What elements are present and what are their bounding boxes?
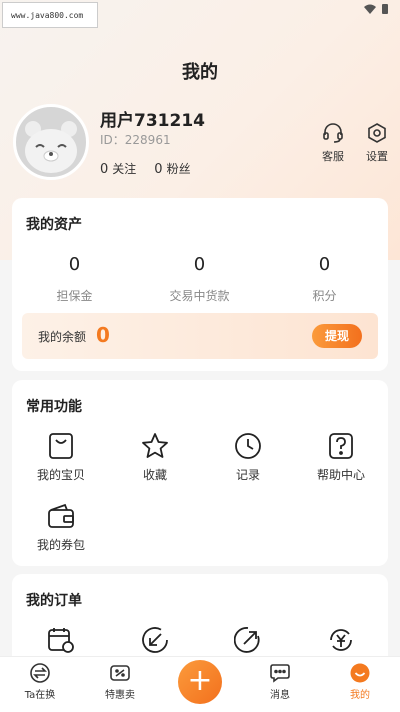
tab-swap[interactable]: Ta在换 [0, 663, 80, 701]
functions-title: 常用功能 [26, 399, 82, 415]
assets-card: 我的资产 0 担保金 0 交易中货款 0 积分 我的余额 0 提现 [12, 198, 388, 371]
clock-icon [235, 433, 261, 459]
wifi-icon [364, 4, 376, 14]
asset-label: 交易中货款 [169, 289, 230, 303]
customer-service-button[interactable]: 客服 [313, 122, 353, 164]
follow-stat[interactable]: 0 关注 [100, 160, 136, 177]
tab-label: 消息 [270, 690, 290, 701]
asset-points[interactable]: 0 积分 [262, 254, 387, 304]
tab-label: Ta在换 [24, 690, 56, 701]
function-my-items[interactable]: 我的宝贝 [14, 432, 108, 483]
function-label: 我的宝贝 [36, 468, 85, 482]
function-label: 我的券包 [36, 538, 85, 552]
follow-count: 0 [100, 162, 109, 177]
tab-mine[interactable]: 我的 [320, 663, 400, 701]
bear-avatar-icon [25, 121, 77, 173]
help-icon [329, 433, 353, 459]
arrow-up-right-icon[interactable] [234, 626, 262, 654]
function-label: 收藏 [142, 468, 167, 482]
asset-trading[interactable]: 0 交易中货款 [137, 254, 262, 304]
asset-value: 0 [68, 254, 81, 275]
settings-icon [368, 123, 386, 143]
asset-label: 担保金 [56, 289, 93, 303]
wallet-icon [48, 503, 74, 528]
asset-label: 积分 [312, 289, 337, 303]
asset-value: 0 [318, 254, 331, 275]
star-icon [142, 433, 168, 458]
function-favorites[interactable]: 收藏 [108, 432, 202, 483]
assets-title: 我的资产 [26, 217, 82, 233]
balance-label: 我的余额 [38, 330, 87, 344]
fans-stat[interactable]: 0 粉丝 [154, 160, 190, 177]
discount-icon [110, 665, 130, 681]
battery-icon [382, 4, 388, 14]
headset-icon [323, 123, 343, 143]
balance-bar: 我的余额 0 提现 [22, 313, 378, 359]
asset-value: 0 [193, 254, 206, 275]
page-title: 我的 [182, 62, 218, 83]
function-records[interactable]: 记录 [201, 432, 295, 483]
settings-button[interactable]: 设置 [357, 122, 397, 164]
orders-title: 我的订单 [26, 593, 82, 609]
swap-icon [30, 663, 50, 683]
status-bar [364, 4, 388, 14]
user-name: 用户731214 [100, 111, 205, 131]
message-icon [270, 664, 290, 683]
functions-card: 常用功能 我的宝贝 收藏 记录 帮助中心 我的券包 [12, 380, 388, 566]
bag-icon [49, 433, 73, 459]
settings-label: 设置 [366, 150, 388, 163]
tab-label: 特惠卖 [105, 690, 135, 701]
fans-count: 0 [154, 162, 163, 177]
customer-service-label: 客服 [322, 150, 344, 163]
smile-icon [350, 663, 370, 683]
user-id: ID：228961 [100, 133, 171, 147]
function-label: 记录 [235, 468, 260, 482]
arrow-down-left-icon[interactable] [141, 626, 169, 654]
fans-label: 粉丝 [166, 162, 191, 176]
function-coupons[interactable]: 我的券包 [14, 502, 108, 553]
asset-deposit[interactable]: 0 担保金 [12, 254, 137, 304]
tab-messages[interactable]: 消息 [240, 663, 320, 701]
tab-discount[interactable]: 特惠卖 [80, 663, 160, 701]
avatar[interactable] [13, 104, 89, 180]
function-label: 帮助中心 [316, 468, 365, 482]
withdraw-button[interactable]: 提现 [312, 324, 362, 348]
publish-plus-button[interactable]: + [178, 660, 222, 704]
watermark: www.java800.com [2, 2, 98, 28]
calendar-icon[interactable] [47, 626, 75, 654]
follow-label: 关注 [112, 162, 137, 176]
tab-label: 我的 [350, 690, 370, 701]
refund-icon[interactable] [327, 626, 355, 654]
function-help-center[interactable]: 帮助中心 [294, 432, 388, 483]
follow-stats: 0 关注 0 粉丝 [100, 160, 191, 177]
balance-amount: 0 [96, 323, 110, 347]
